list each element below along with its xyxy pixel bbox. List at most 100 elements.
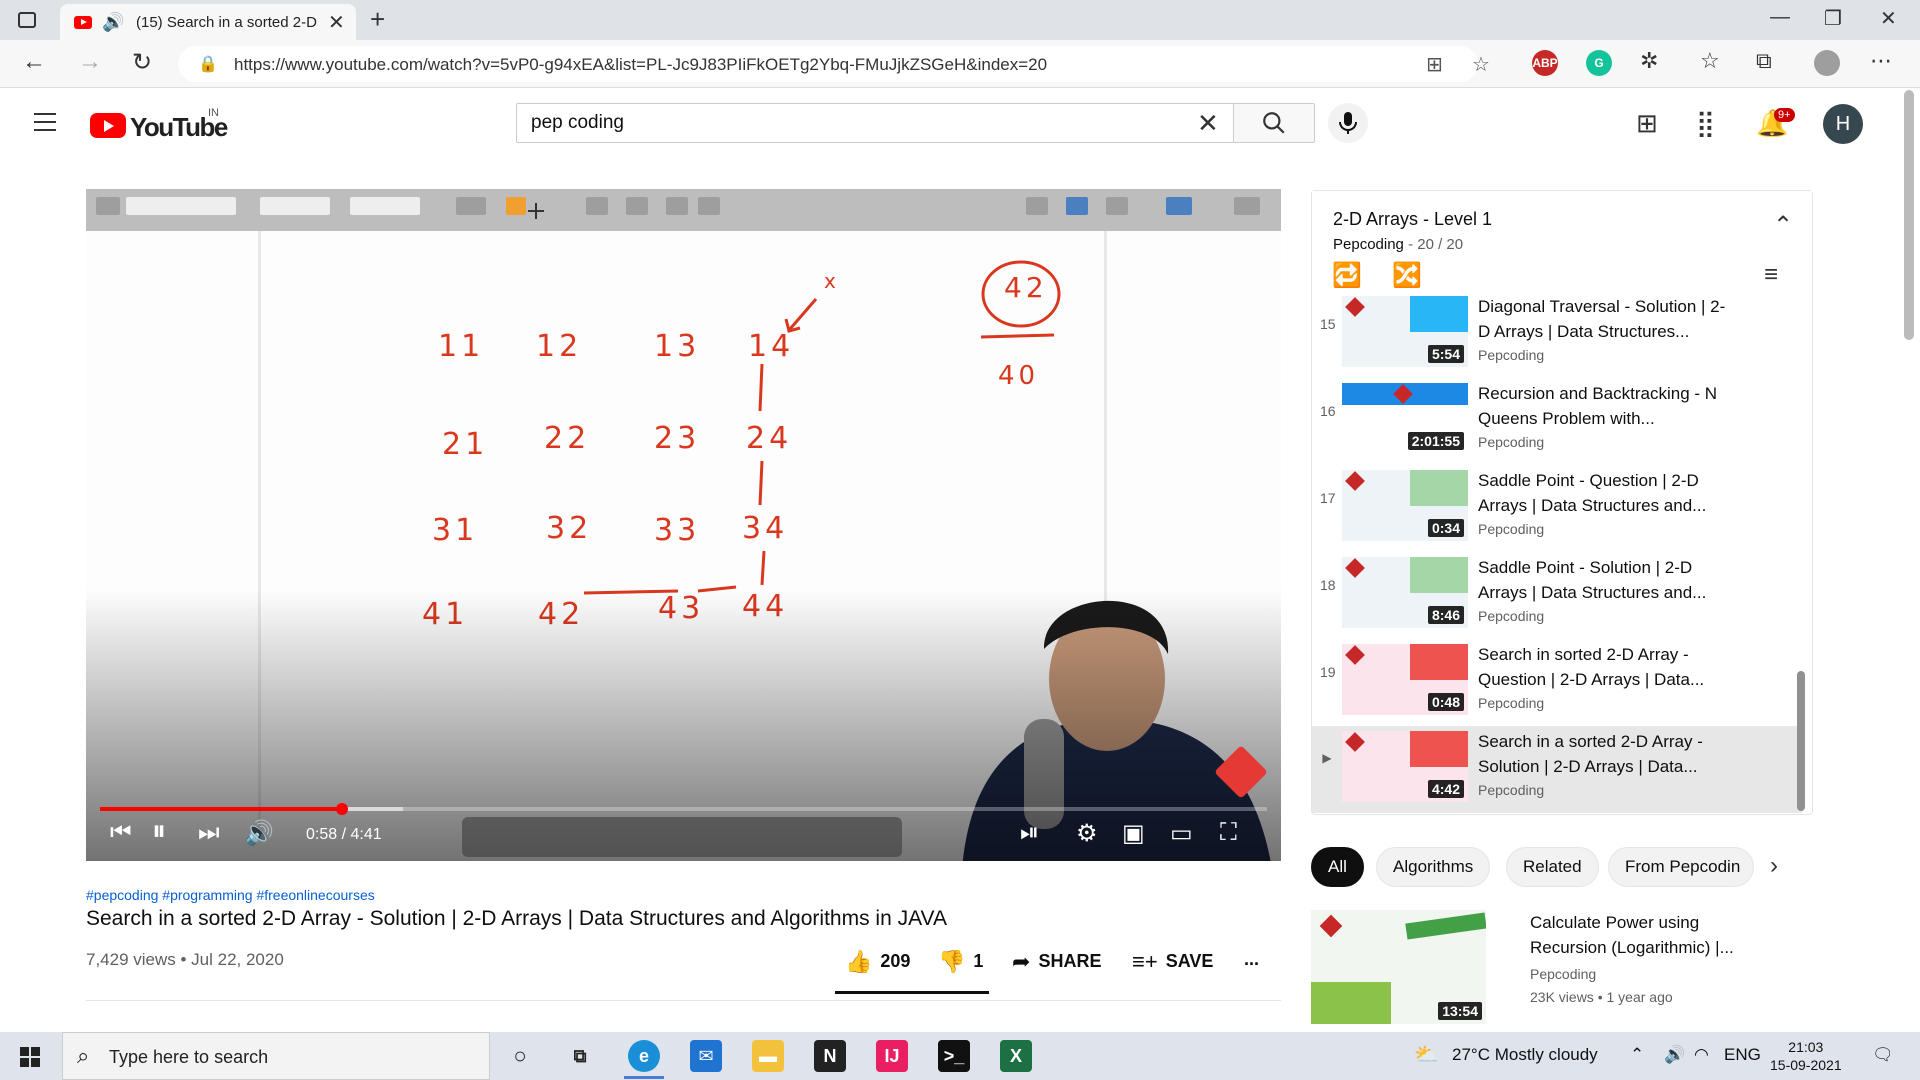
browser-tab-active[interactable]: 🔊 (15) Search in a sorted 2-D ✕	[60, 4, 356, 40]
collections-icon[interactable]: ⧉	[1756, 48, 1772, 74]
theater-mode-icon[interactable]: ▭	[1170, 819, 1193, 848]
mail-icon[interactable]: ✉	[690, 1040, 722, 1072]
playlist-item-current[interactable]: ▶ 4:42 Search in a sorted 2-D Array - So…	[1312, 726, 1802, 813]
file-explorer-icon[interactable]: ▬	[752, 1040, 784, 1072]
recommended-title[interactable]: Calculate Power using Recursion (Logarit…	[1530, 910, 1780, 960]
apps-icon[interactable]: ⊞	[1426, 52, 1443, 77]
favorite-add-icon[interactable]: ☆	[1472, 52, 1490, 77]
shuffle-icon[interactable]: 🔀	[1392, 261, 1422, 290]
tab-actions-icon[interactable]	[14, 8, 42, 32]
apps-grid-icon[interactable]: ⣿	[1696, 108, 1715, 139]
video-thumbnail[interactable]: 2:01:55	[1342, 383, 1468, 454]
extensions-icon[interactable]: ✲	[1640, 48, 1658, 74]
tray-chevron-icon[interactable]: ⌃	[1630, 1045, 1644, 1065]
reload-icon[interactable]: ↻	[132, 48, 152, 77]
back-icon[interactable]: ←	[22, 48, 46, 76]
maximize-icon[interactable]: ❐	[1824, 6, 1842, 31]
video-thumbnail[interactable]: 0:34	[1342, 470, 1468, 541]
playlist-title[interactable]: 2-D Arrays - Level 1	[1333, 209, 1492, 230]
grammarly-extension-icon[interactable]: G	[1586, 50, 1612, 76]
playlist-scrollbar[interactable]	[1797, 671, 1805, 811]
menu-icon[interactable]	[34, 113, 56, 137]
edge-browser-icon[interactable]: e	[628, 1040, 660, 1072]
pause-icon[interactable]: ⏸	[152, 815, 166, 848]
lock-icon[interactable]: 🔒	[198, 54, 218, 74]
miniplayer-icon[interactable]: ▣	[1122, 819, 1145, 848]
account-avatar[interactable]: H	[1823, 104, 1863, 144]
loop-icon[interactable]: 🔁	[1332, 261, 1362, 290]
weather-text[interactable]: 27°C Mostly cloudy	[1452, 1045, 1598, 1065]
favorites-icon[interactable]: ☆	[1700, 48, 1720, 74]
weather-icon[interactable]: ⛅	[1414, 1042, 1439, 1067]
dislike-button[interactable]: 👎 1	[938, 949, 983, 975]
language-indicator[interactable]: ENG	[1724, 1045, 1761, 1065]
create-video-icon[interactable]: ⊞	[1636, 108, 1658, 139]
page-scrollbar[interactable]	[1904, 90, 1914, 340]
windows-start-icon[interactable]	[20, 1047, 40, 1067]
adblock-extension-icon[interactable]: ABP	[1532, 50, 1558, 76]
notion-icon[interactable]: N	[814, 1040, 846, 1072]
previous-icon[interactable]: ⏮	[110, 819, 132, 847]
video-thumbnail[interactable]: 8:46	[1342, 557, 1468, 628]
save-button[interactable]: ≡+ SAVE	[1132, 949, 1213, 975]
playlist-item[interactable]: 19 0:48 Search in sorted 2-D Array - Que…	[1312, 639, 1802, 726]
like-button[interactable]: 👍 209	[845, 949, 910, 975]
recommended-channel[interactable]: Pepcoding	[1530, 966, 1596, 982]
chip-related[interactable]: Related	[1506, 847, 1599, 887]
window-close-icon[interactable]: ✕	[1880, 6, 1897, 31]
address-bar[interactable]: 🔒 https://www.youtube.com/watch?v=5vP0-g…	[178, 46, 1490, 82]
progress-bar[interactable]	[100, 803, 1267, 815]
terminal-icon[interactable]: >_	[938, 1040, 970, 1072]
more-actions-button[interactable]: ...	[1244, 949, 1259, 970]
playlist-item[interactable]: 17 0:34 Saddle Point - Question | 2-D Ar…	[1312, 465, 1802, 552]
taskbar-clock[interactable]: 21:03 15-09-2021	[1770, 1038, 1842, 1074]
settings-gear-icon[interactable]: ⚙	[1076, 819, 1098, 848]
time-display: 0:58 / 4:41	[306, 826, 382, 843]
playlist-item[interactable]: 15 5:54 Diagonal Traversal - Solution | …	[1312, 291, 1802, 378]
intellij-icon[interactable]: IJ	[876, 1040, 908, 1072]
chip-all[interactable]: All	[1311, 847, 1364, 887]
search-input[interactable]	[531, 112, 1151, 134]
forward-icon[interactable]: →	[78, 48, 102, 76]
speaker-icon[interactable]: 🔊	[102, 12, 124, 33]
new-tab-icon[interactable]: +	[370, 4, 385, 35]
windows-taskbar: ⌕ Type here to search ○ ⧉ e ✉ ▬ N IJ >_ …	[0, 1032, 1920, 1080]
minimize-icon[interactable]: —	[1770, 6, 1790, 29]
wifi-icon[interactable]: ◠	[1694, 1045, 1709, 1065]
hashtags[interactable]: #pepcoding #programming #freeonlinecours…	[86, 887, 375, 903]
tab-close-icon[interactable]: ✕	[328, 10, 345, 35]
now-playing-icon: ▶	[1322, 751, 1332, 765]
chip-algorithms[interactable]: Algorithms	[1376, 847, 1491, 887]
chip-next-chevron-icon[interactable]: ›	[1770, 852, 1778, 880]
playlist-menu-icon[interactable]: ≡	[1764, 261, 1778, 289]
profile-icon[interactable]	[1814, 50, 1840, 76]
video-thumbnail[interactable]: 0:48	[1342, 644, 1468, 715]
volume-tray-icon[interactable]: 🔊	[1664, 1045, 1685, 1065]
browser-tab-bar: 🔊 (15) Search in a sorted 2-D ✕ + — ❐ ✕	[0, 0, 1920, 40]
fullscreen-icon[interactable]: ⛶	[1220, 819, 1237, 847]
voice-search-button[interactable]	[1328, 103, 1368, 143]
cortana-icon[interactable]: ○	[504, 1040, 536, 1072]
excel-icon[interactable]: X	[1000, 1040, 1032, 1072]
search-button[interactable]	[1233, 103, 1315, 143]
video-player[interactable]: 11 12 13 14 21 22 23 24 31 32 33 34 41 4…	[86, 189, 1281, 861]
video-thumbnail[interactable]: 5:54	[1342, 296, 1468, 367]
taskbar-search[interactable]: ⌕ Type here to search	[62, 1032, 490, 1080]
volume-icon[interactable]: 🔊	[244, 819, 274, 848]
playlist-item[interactable]: 16 2:01:55 Recursion and Backtracking - …	[1312, 378, 1802, 465]
clear-search-icon[interactable]: ✕	[1197, 108, 1219, 139]
notification-center-icon[interactable]: 🗨	[1872, 1045, 1894, 1065]
video-thumbnail[interactable]: 4:42	[1342, 731, 1468, 802]
task-view-icon[interactable]: ⧉	[564, 1040, 596, 1072]
chip-from-pepcoding[interactable]: From Pepcodin	[1608, 847, 1754, 887]
playlist-item[interactable]: 18 8:46 Saddle Point - Solution | 2-D Ar…	[1312, 552, 1802, 639]
recommended-thumbnail[interactable]: 13:54	[1311, 910, 1486, 1024]
share-button[interactable]: ➦ SHARE	[1012, 949, 1101, 975]
autoplay-toggle-icon[interactable]: ⏯	[1020, 819, 1039, 847]
progress-scrubber[interactable]	[335, 803, 348, 815]
collapse-chevron-icon[interactable]: ⌃	[1773, 211, 1793, 240]
next-icon[interactable]: ⏭	[198, 819, 220, 847]
annotation-tools-overlay	[462, 817, 902, 857]
notification-count-badge: 9+	[1774, 108, 1795, 122]
browser-menu-icon[interactable]: ⋯	[1870, 48, 1892, 74]
